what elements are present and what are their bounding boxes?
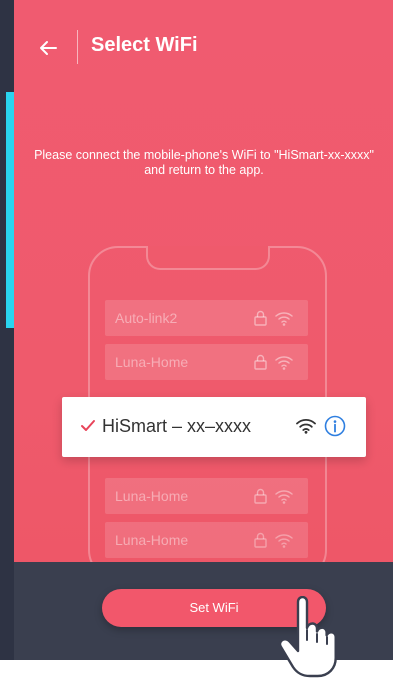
stage: Select WiFi Please connect the mobile-ph…: [0, 0, 417, 678]
left-edge-panel: [0, 0, 14, 660]
wifi-icon: [296, 419, 316, 434]
cyan-accent-strip: [6, 92, 14, 328]
network-name: Auto-link2: [115, 310, 178, 326]
selected-network-card[interactable]: HiSmart – xx–xxxx: [62, 397, 366, 457]
lock-wifi-icons: [254, 310, 293, 326]
network-row: Luna-Home: [105, 344, 308, 380]
network-name: Luna-Home: [115, 532, 189, 548]
arrow-left-icon: [40, 41, 57, 55]
selected-network-name: HiSmart – xx–xxxx: [102, 416, 252, 436]
header: Select WiFi: [14, 0, 393, 100]
network-name: Luna-Home: [115, 354, 189, 370]
network-row: Luna-Home: [105, 522, 308, 558]
header-divider: [77, 30, 78, 64]
phone-notch: [146, 246, 270, 270]
page-title: Select WiFi: [91, 34, 198, 56]
lock-wifi-icons: [254, 354, 293, 370]
back-button[interactable]: [34, 34, 62, 62]
pointing-hand-icon: [278, 596, 337, 678]
info-icon[interactable]: [324, 415, 346, 437]
lock-wifi-icons: [254, 488, 293, 504]
check-icon: [81, 420, 95, 431]
instruction-text: Please connect the mobile-phone's WiFi t…: [34, 148, 374, 177]
network-row: Luna-Home: [105, 478, 308, 514]
network-row: Auto-link2: [105, 300, 308, 336]
lock-wifi-icons: [254, 532, 293, 548]
phone-screen: Select WiFi Please connect the mobile-ph…: [14, 0, 393, 660]
network-name: Luna-Home: [115, 488, 189, 504]
